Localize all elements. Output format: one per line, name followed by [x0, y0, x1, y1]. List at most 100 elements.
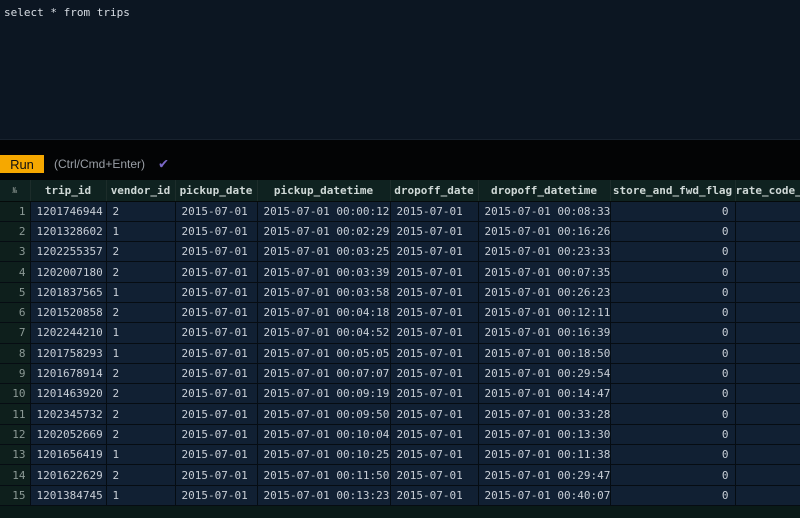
table-cell[interactable]: 2015-07-01 [390, 464, 479, 486]
table-cell[interactable] [735, 424, 800, 446]
table-row[interactable]: 11 1202345732 2 2015-07-01 2015-07-01 00:09:… [0, 403, 800, 425]
table-cell[interactable]: 1 [106, 444, 176, 466]
table-cell[interactable]: 1201837565 [30, 282, 107, 303]
table-cell[interactable]: 0 [610, 343, 736, 364]
table-cell[interactable]: 0 [610, 444, 736, 466]
table-cell[interactable]: 1201656419 [30, 444, 107, 466]
table-row[interactable]: 2 1201328602 1 2015-07-01 2015-07-01 00:02:2… [0, 221, 800, 243]
table-cell[interactable]: 2015-07-01 [175, 261, 258, 283]
table-cell[interactable]: 1201520858 [30, 302, 107, 324]
table-cell[interactable]: 0 [610, 201, 736, 222]
table-cell[interactable]: 2015-07-01 00:03:58 [257, 282, 391, 303]
column-header-store_and_fwd_flag[interactable]: store_and_fwd_flag [610, 180, 736, 202]
table-cell[interactable]: 1202345732 [30, 403, 107, 425]
table-cell[interactable]: 2015-07-01 [390, 201, 479, 222]
table-row[interactable]: 12 1202052669 2 2015-07-01 2015-07-01 00:10:… [0, 424, 800, 446]
results-grid[interactable]: № trip_id vendor_id pickup_date pickup_datet… [0, 180, 800, 518]
table-cell[interactable]: 0 [610, 302, 736, 324]
table-row[interactable]: 3 1202255357 2 2015-07-01 2015-07-01 00:03:2… [0, 241, 800, 263]
table-cell[interactable]: 2015-07-01 [175, 424, 258, 446]
table-cell[interactable]: 2 [106, 241, 176, 263]
table-cell[interactable]: 0 [610, 485, 736, 506]
table-cell[interactable]: 2015-07-01 [175, 383, 258, 405]
table-row[interactable]: 15 1201384745 1 2015-07-01 2015-07-01 00:13:… [0, 485, 800, 506]
table-cell[interactable] [735, 282, 800, 303]
table-cell[interactable]: 2015-07-01 00:13:23 [257, 485, 391, 506]
table-cell[interactable]: 2015-07-01 [175, 343, 258, 364]
table-cell[interactable]: 0 [610, 221, 736, 243]
table-cell[interactable]: 2015-07-01 00:33:28 [478, 403, 611, 425]
table-cell[interactable] [735, 383, 800, 405]
table-cell[interactable]: 2 [106, 201, 176, 222]
table-cell[interactable]: 2015-07-01 00:00:12 [257, 201, 391, 222]
table-cell[interactable]: 2015-07-01 [175, 403, 258, 425]
table-cell[interactable]: 2015-07-01 00:03:25 [257, 241, 391, 263]
table-cell[interactable] [735, 363, 800, 385]
column-header-rate_code[interactable]: rate_code_ [735, 180, 800, 202]
table-cell[interactable]: 2015-07-01 00:11:38 [478, 444, 611, 466]
table-row[interactable]: 7 1202244210 1 2015-07-01 2015-07-01 00:04:5… [0, 322, 800, 344]
table-row[interactable]: 4 1202007180 2 2015-07-01 2015-07-01 00:03:3… [0, 261, 800, 283]
table-cell[interactable]: 2015-07-01 00:09:19 [257, 383, 391, 405]
table-cell[interactable]: 2015-07-01 00:10:25 [257, 444, 391, 466]
table-cell[interactable]: 2015-07-01 00:04:18 [257, 302, 391, 324]
table-cell[interactable]: 2015-07-01 [390, 403, 479, 425]
table-cell[interactable]: 2 [106, 464, 176, 486]
table-cell[interactable]: 2015-07-01 [175, 302, 258, 324]
table-cell[interactable]: 2015-07-01 00:07:35 [478, 261, 611, 283]
table-cell[interactable]: 1201758293 [30, 343, 107, 364]
table-cell[interactable]: 0 [610, 241, 736, 263]
table-row[interactable]: 5 1201837565 1 2015-07-01 2015-07-01 00:03:5… [0, 282, 800, 303]
table-cell[interactable] [735, 403, 800, 425]
table-cell[interactable]: 2015-07-01 00:05:05 [257, 343, 391, 364]
table-cell[interactable]: 2 [106, 363, 176, 385]
table-cell[interactable]: 1 [106, 221, 176, 243]
table-cell[interactable]: 1202244210 [30, 322, 107, 344]
table-cell[interactable]: 0 [610, 261, 736, 283]
table-cell[interactable]: 0 [610, 282, 736, 303]
table-cell[interactable] [735, 221, 800, 243]
table-row[interactable]: 1 1201746944 2 2015-07-01 2015-07-01 00:00:1… [0, 201, 800, 222]
table-cell[interactable]: 2015-07-01 00:26:23 [478, 282, 611, 303]
table-cell[interactable] [735, 302, 800, 324]
table-cell[interactable]: 2015-07-01 00:40:07 [478, 485, 611, 506]
table-cell[interactable] [735, 241, 800, 263]
table-cell[interactable]: 2015-07-01 [390, 444, 479, 466]
table-cell[interactable]: 0 [610, 322, 736, 344]
table-cell[interactable]: 1 [106, 343, 176, 364]
table-cell[interactable]: 2015-07-01 [390, 343, 479, 364]
table-cell[interactable]: 2015-07-01 00:03:39 [257, 261, 391, 283]
table-cell[interactable]: 2015-07-01 [390, 221, 479, 243]
table-cell[interactable]: 1201622629 [30, 464, 107, 486]
table-cell[interactable]: 0 [610, 383, 736, 405]
table-cell[interactable]: 2015-07-01 [390, 241, 479, 263]
table-cell[interactable]: 2 [106, 302, 176, 324]
table-cell[interactable]: 2015-07-01 00:16:39 [478, 322, 611, 344]
table-cell[interactable] [735, 444, 800, 466]
table-row[interactable]: 8 1201758293 1 2015-07-01 2015-07-01 00:05:0… [0, 343, 800, 364]
table-cell[interactable]: 2015-07-01 00:12:11 [478, 302, 611, 324]
table-cell[interactable]: 1201463920 [30, 383, 107, 405]
table-cell[interactable]: 2015-07-01 00:13:30 [478, 424, 611, 446]
table-cell[interactable] [735, 261, 800, 283]
table-cell[interactable]: 2015-07-01 00:29:54 [478, 363, 611, 385]
table-cell[interactable]: 2015-07-01 00:09:50 [257, 403, 391, 425]
table-cell[interactable]: 2015-07-01 [175, 241, 258, 263]
table-cell[interactable]: 2015-07-01 [175, 464, 258, 486]
column-header-pickup_date[interactable]: pickup_date [175, 180, 258, 202]
table-cell[interactable]: 2015-07-01 [175, 221, 258, 243]
table-cell[interactable]: 2015-07-01 [390, 322, 479, 344]
table-cell[interactable]: 2015-07-01 [390, 302, 479, 324]
table-cell[interactable] [735, 201, 800, 222]
table-cell[interactable]: 2015-07-01 [175, 444, 258, 466]
table-cell[interactable]: 2015-07-01 [390, 485, 479, 506]
table-cell[interactable]: 1201384745 [30, 485, 107, 506]
table-cell[interactable]: 2015-07-01 00:08:33 [478, 201, 611, 222]
column-header-pickup_datetime[interactable]: pickup_datetime [257, 180, 391, 202]
table-cell[interactable]: 2015-07-01 00:18:50 [478, 343, 611, 364]
table-cell[interactable]: 0 [610, 363, 736, 385]
run-button[interactable]: Run [0, 155, 44, 173]
table-cell[interactable] [735, 485, 800, 506]
table-cell[interactable]: 1202255357 [30, 241, 107, 263]
table-cell[interactable]: 2015-07-01 [390, 424, 479, 446]
